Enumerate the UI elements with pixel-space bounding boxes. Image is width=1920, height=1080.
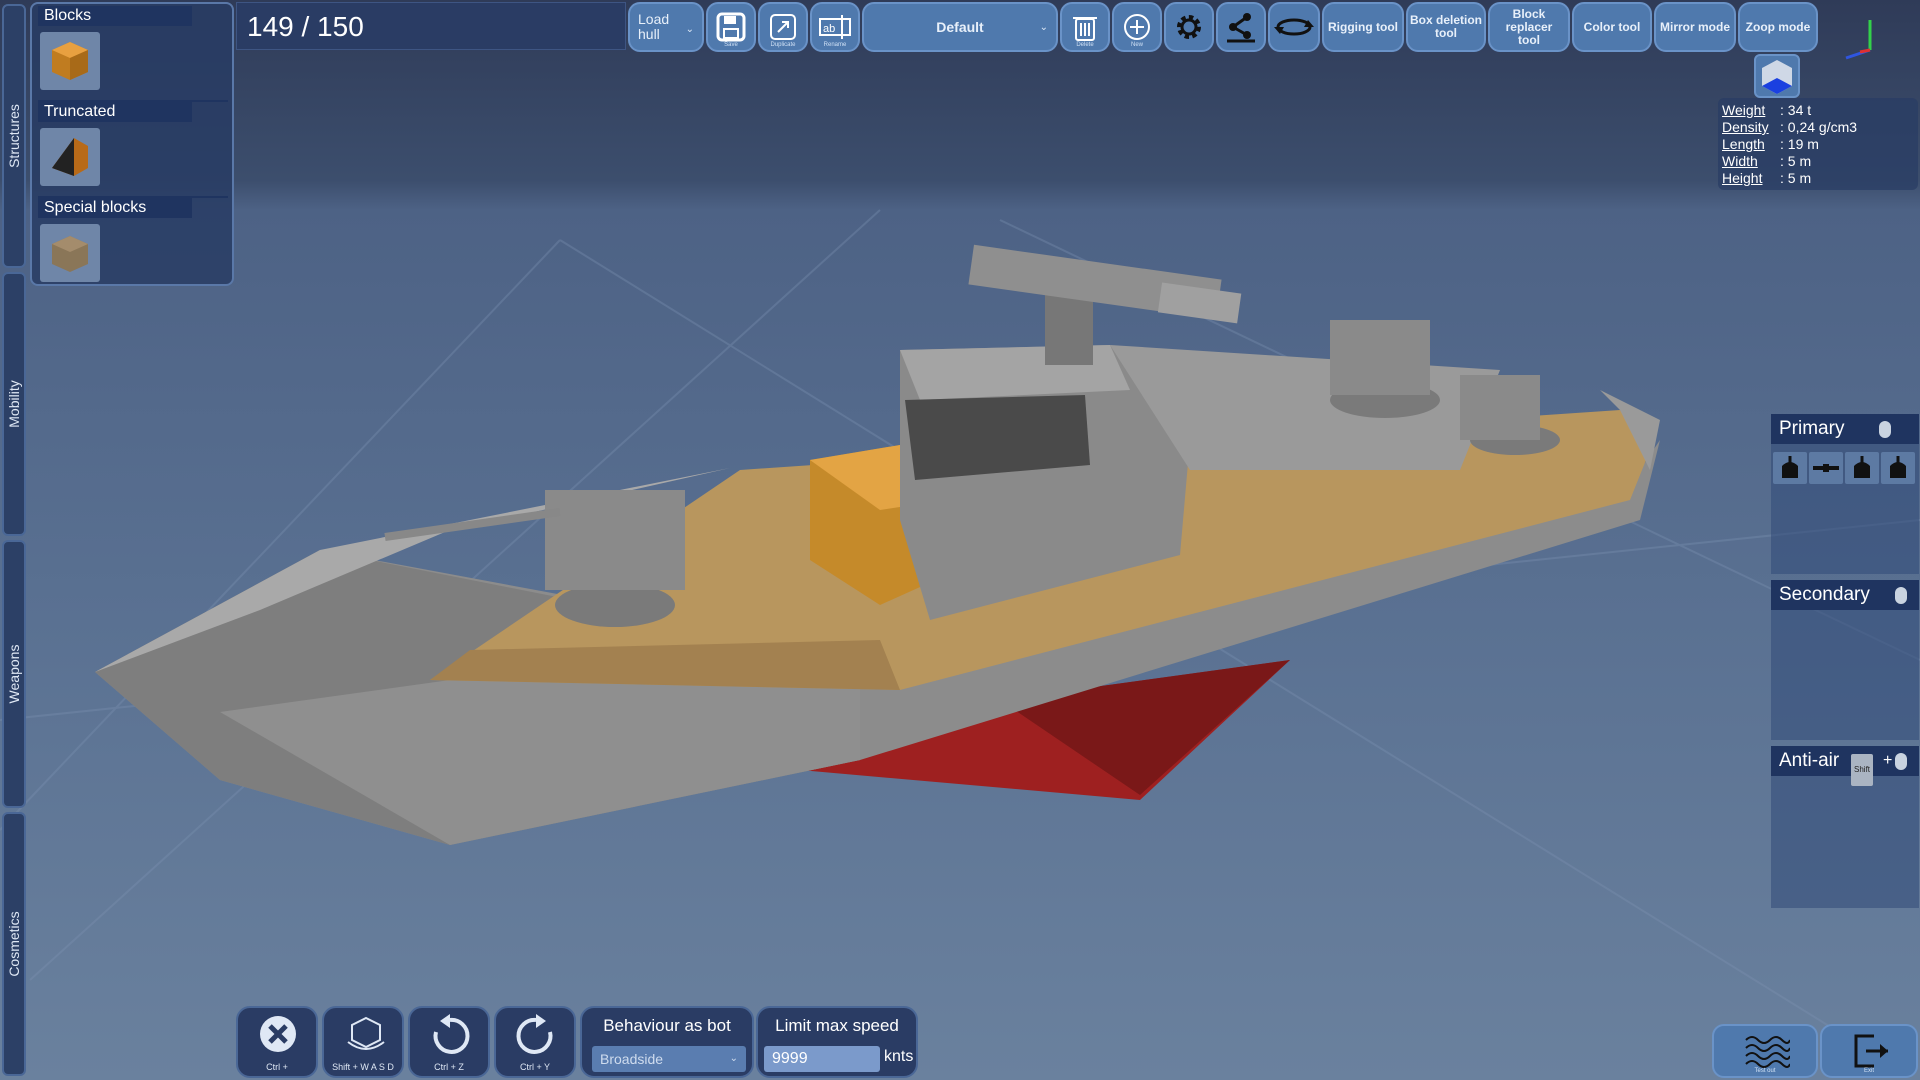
max-speed-title: Limit max speed [775, 1016, 899, 1035]
save-icon [716, 12, 746, 42]
share-button[interactable] [1216, 2, 1266, 52]
undo-button[interactable]: Ctrl + Z [408, 1006, 490, 1078]
trash-icon [1073, 17, 1097, 41]
tab-cosmetics[interactable]: Cosmetics [2, 812, 26, 1076]
main-gun [1045, 290, 1093, 365]
chevron-down-icon: ⌄ [1039, 22, 1048, 33]
category-tabs: Structures Mobility Weapons Cosmetics [0, 0, 28, 1080]
stat-label: Length [1722, 136, 1765, 152]
new-button[interactable]: New [1112, 2, 1162, 52]
palette-section-title: Special blocks [38, 198, 192, 218]
stat-value: : 0,24 g/cm3 [1780, 119, 1858, 135]
weapon-slot[interactable] [1845, 452, 1879, 484]
box-deletion-tool-button[interactable]: Box deletion tool [1406, 2, 1486, 52]
weapon-group-secondary[interactable]: Secondary [1771, 580, 1919, 740]
tab-mobility[interactable]: Mobility [2, 272, 26, 536]
exit-button[interactable]: Exit [1820, 1024, 1918, 1078]
stat-label: Density [1722, 119, 1769, 135]
stat-value: : 5 m [1780, 170, 1812, 186]
svg-text:ab: ab [823, 23, 835, 35]
block-truncated[interactable] [40, 128, 100, 186]
weapon-slot[interactable] [1881, 452, 1915, 484]
axis-gizmo-icon [1845, 20, 1872, 60]
rigging-tool-button[interactable]: Rigging tool [1322, 2, 1404, 52]
stat-label: Width [1722, 153, 1758, 169]
color-tool-button[interactable]: Color tool [1572, 2, 1652, 52]
turret-icon [1782, 456, 1798, 478]
tab-structures[interactable]: Structures [2, 4, 26, 268]
weapon-group-title: Secondary [1771, 580, 1919, 610]
chevron-down-icon: ⌄ [685, 24, 694, 35]
mirror-mode-button[interactable]: Mirror mode [1654, 2, 1736, 52]
duplicate-icon [770, 14, 796, 40]
view-cube-button[interactable] [1754, 54, 1800, 98]
bot-behaviour-title: Behaviour as bot [603, 1016, 731, 1035]
share-icon [1227, 13, 1255, 43]
ship-model[interactable] [95, 244, 1660, 845]
shift-key: Shift [1851, 754, 1874, 786]
palette-section-title: Truncated [38, 102, 192, 122]
undo-icon [433, 1014, 470, 1054]
block-counter: 149 / 150 [236, 2, 626, 50]
cube-icon [1762, 60, 1792, 94]
stat-value: : 34 t [1780, 102, 1812, 118]
bot-behaviour-select[interactable]: Broadside ⌄ [592, 1046, 746, 1072]
max-speed-input[interactable] [764, 1046, 880, 1072]
rename-button[interactable]: ab Rename [810, 2, 860, 52]
turret-icon [1854, 456, 1870, 478]
redo-icon [516, 1014, 553, 1054]
stern-turret-2 [1460, 375, 1560, 455]
close-icon [260, 1016, 296, 1052]
speed-unit: knts [884, 1048, 914, 1065]
chevron-down-icon: ⌄ [729, 1053, 738, 1064]
test-out-button[interactable]: Test out [1712, 1024, 1818, 1078]
bot-behaviour-panel: Behaviour as bot Broadside ⌄ [580, 1006, 754, 1078]
exit-icon [1854, 1034, 1888, 1068]
block-cube[interactable] [40, 32, 100, 90]
weapon-slot[interactable] [1809, 452, 1843, 484]
cancel-button[interactable]: Ctrl + [236, 1006, 318, 1078]
camera-button[interactable]: Shift + W A S D [322, 1006, 404, 1078]
save-button[interactable]: Save [706, 2, 756, 52]
zoop-mode-button[interactable]: Zoop mode [1738, 2, 1818, 52]
mouse-left-icon [1879, 421, 1891, 438]
stat-label: Weight [1722, 102, 1766, 118]
duplicate-button[interactable]: Duplicate [758, 2, 808, 52]
stat-label: Height [1722, 170, 1763, 186]
ship-stats-panel: Weight : 34 t Density : 0,24 g/cm3 Length:… [1718, 98, 1918, 190]
plus-circle-icon [1124, 14, 1150, 40]
rotate-icon [1274, 18, 1314, 36]
max-speed-panel: Limit max speed knts [756, 1006, 918, 1078]
mouse-right-icon [1895, 587, 1907, 604]
stern-turret-1 [1330, 320, 1440, 418]
delete-button[interactable]: Delete [1060, 2, 1110, 52]
tab-weapons[interactable]: Weapons [2, 540, 26, 808]
waves-icon [1745, 1036, 1790, 1068]
weapon-group-title: Primary [1771, 414, 1919, 444]
palette-section-title: Blocks [38, 6, 192, 26]
stat-value: : 5 m [1780, 153, 1812, 169]
block-replacer-tool-button[interactable]: Block replacer tool [1488, 2, 1570, 52]
block-special[interactable] [40, 224, 100, 282]
weapon-group-title: Anti-air Shift + [1771, 746, 1919, 786]
gun-icon [1813, 464, 1839, 472]
preset-dropdown[interactable]: Default ⌄ [862, 2, 1058, 52]
load-hull-dropdown[interactable]: Load hull ⌄ [628, 2, 704, 52]
redo-button[interactable]: Ctrl + Y [494, 1006, 576, 1078]
block-palette: Blocks Truncated Special blocks [30, 2, 234, 286]
rotate-button[interactable] [1268, 2, 1320, 52]
gear-icon [1177, 15, 1201, 39]
weapon-slot[interactable] [1773, 452, 1807, 484]
camera-orbit-icon [347, 1016, 385, 1050]
settings-button[interactable] [1164, 2, 1214, 52]
mouse-left-icon [1895, 753, 1907, 770]
weapon-group-primary[interactable]: Primary [1771, 414, 1919, 574]
ship-viewport[interactable] [0, 0, 1920, 1080]
stat-value: : 19 m [1780, 136, 1819, 152]
weapon-group-anti-air[interactable]: Anti-air Shift + [1771, 746, 1919, 908]
turret-icon [1890, 456, 1906, 478]
rename-icon: ab [819, 15, 851, 39]
